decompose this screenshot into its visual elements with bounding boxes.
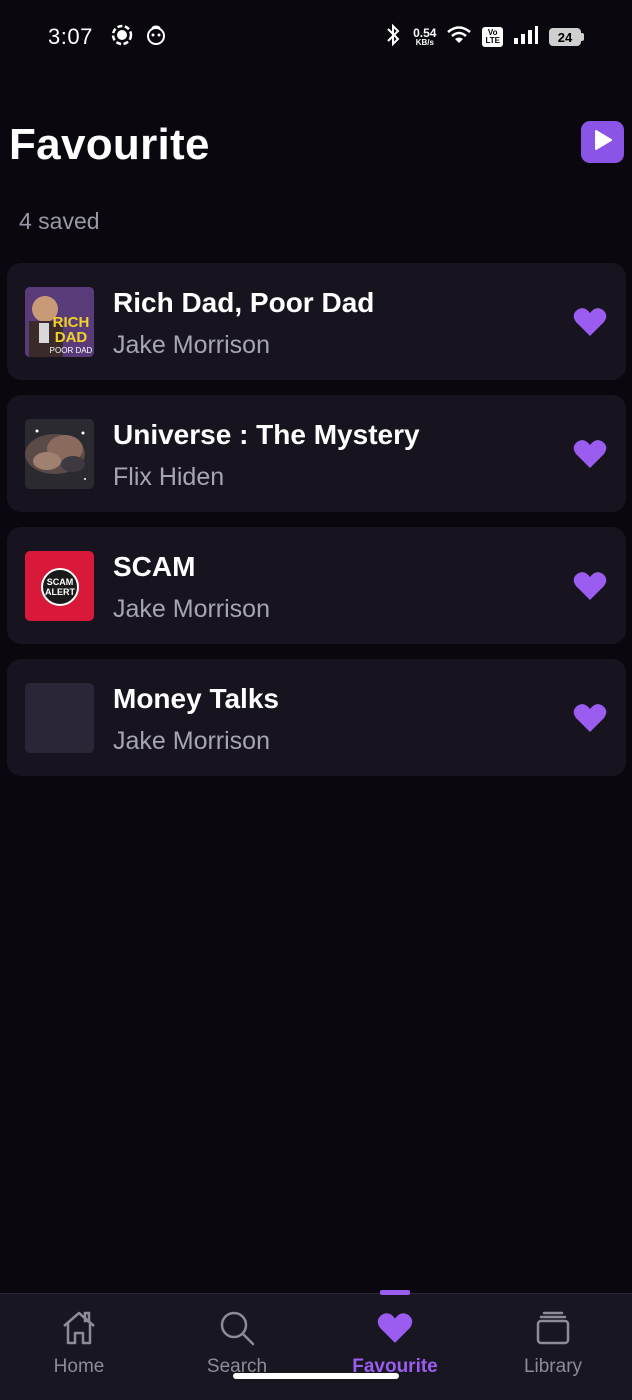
wifi-icon bbox=[446, 25, 472, 50]
battery-icon: 24 bbox=[549, 28, 584, 46]
gesture-home-bar[interactable] bbox=[233, 1373, 399, 1379]
volte-badge: Vo LTE bbox=[482, 27, 503, 47]
list-item[interactable]: Universe : The Mystery Flix Hiden bbox=[7, 395, 626, 512]
nav-item-favourite[interactable]: Favourite bbox=[316, 1290, 474, 1400]
item-title: Universe : The Mystery bbox=[113, 419, 420, 450]
heart-icon bbox=[375, 1308, 415, 1348]
favourite-toggle-button[interactable] bbox=[573, 307, 607, 337]
item-title: SCAM bbox=[113, 551, 196, 582]
home-icon bbox=[59, 1308, 99, 1348]
nav-item-search[interactable]: Search bbox=[158, 1294, 316, 1400]
play-all-button[interactable] bbox=[581, 121, 624, 163]
favourite-toggle-button[interactable] bbox=[573, 571, 607, 601]
item-author: Jake Morrison bbox=[113, 331, 270, 359]
book-cover: SCAM ALERT bbox=[25, 551, 94, 621]
favourite-toggle-button[interactable] bbox=[573, 703, 607, 733]
item-author: Jake Morrison bbox=[113, 595, 270, 623]
active-tab-indicator bbox=[380, 1290, 410, 1295]
item-title: Money Talks bbox=[113, 683, 279, 714]
list-item[interactable]: SCAM ALERT SCAM Jake Morrison bbox=[7, 527, 626, 644]
heart-icon bbox=[573, 440, 607, 473]
status-bar: 3:07 0.54 KB/s Vo LTE 24 bbox=[0, 0, 632, 74]
network-speed: 0.54 KB/s bbox=[413, 26, 437, 47]
favourites-list: RICH DAD POOR DAD Rich Dad, Poor Dad Jak… bbox=[7, 263, 626, 791]
bluetooth-icon bbox=[383, 23, 403, 52]
book-cover-placeholder bbox=[25, 683, 94, 753]
svg-text:SCAM: SCAM bbox=[47, 577, 74, 587]
signal-icon bbox=[513, 25, 539, 50]
app-notification-icon bbox=[145, 24, 167, 51]
svg-text:DAD: DAD bbox=[55, 329, 88, 346]
nav-label-library: Library bbox=[523, 1356, 583, 1377]
book-cover: RICH DAD POOR DAD bbox=[25, 287, 94, 357]
saved-count: 4 saved bbox=[19, 208, 100, 234]
list-item[interactable]: Money Talks Jake Morrison bbox=[7, 659, 626, 776]
play-icon bbox=[593, 129, 613, 156]
book-cover bbox=[25, 419, 94, 489]
list-item[interactable]: RICH DAD POOR DAD Rich Dad, Poor Dad Jak… bbox=[7, 263, 626, 380]
library-icon bbox=[533, 1308, 573, 1348]
heart-icon bbox=[573, 572, 607, 605]
status-time: 3:07 bbox=[48, 24, 93, 49]
bottom-nav: Home Search Favourite Library bbox=[0, 1290, 632, 1400]
heart-icon bbox=[573, 308, 607, 341]
page-title: Favourite bbox=[9, 120, 210, 169]
heart-icon bbox=[573, 704, 607, 737]
record-icon bbox=[111, 24, 133, 51]
svg-text:ALERT: ALERT bbox=[45, 587, 75, 597]
item-author: Jake Morrison bbox=[113, 727, 270, 755]
favourite-toggle-button[interactable] bbox=[573, 439, 607, 469]
nav-item-home[interactable]: Home bbox=[0, 1294, 158, 1400]
nav-label-home: Home bbox=[53, 1356, 105, 1377]
item-author: Flix Hiden bbox=[113, 463, 225, 491]
item-title: Rich Dad, Poor Dad bbox=[113, 287, 375, 318]
nav-item-library[interactable]: Library bbox=[474, 1294, 632, 1400]
svg-text:POOR DAD: POOR DAD bbox=[50, 346, 93, 355]
search-icon bbox=[217, 1308, 257, 1348]
